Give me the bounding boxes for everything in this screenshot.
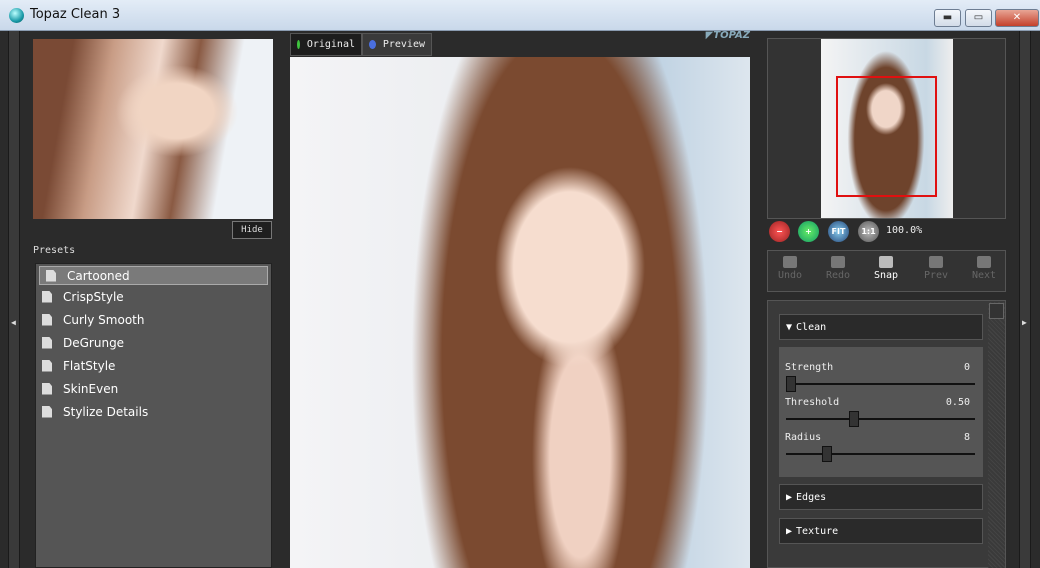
prev-icon: [929, 256, 943, 268]
document-icon: [42, 336, 52, 349]
next-button[interactable]: Next: [964, 256, 1004, 281]
zoom-fit-button[interactable]: FIT: [828, 221, 849, 242]
preset-label: CrispStyle: [63, 289, 124, 304]
preset-item[interactable]: DeGrunge: [36, 331, 271, 354]
window-title: Topaz Clean 3: [30, 7, 121, 22]
preset-label: Curly Smooth: [63, 312, 145, 327]
section-clean[interactable]: ▼ Clean: [779, 314, 983, 340]
preset-item[interactable]: SkinEven: [36, 377, 271, 400]
undo-label: Undo: [777, 270, 803, 281]
prev-button[interactable]: Prev: [916, 256, 956, 281]
arrow-left-icon: ◀: [11, 318, 16, 327]
redo-button[interactable]: Redo: [818, 256, 858, 281]
redo-label: Redo: [825, 270, 851, 281]
blue-dot-icon: [369, 40, 376, 49]
app-icon: [9, 8, 24, 23]
camera-icon: [879, 256, 893, 268]
triangle-right-icon: ▶: [786, 525, 793, 537]
triangle-right-icon: ▶: [786, 491, 793, 503]
slider-value: 0.50: [945, 397, 970, 408]
preset-item[interactable]: CrispStyle: [36, 285, 271, 308]
slider-label: Strength: [785, 362, 834, 373]
navigator-viewport-rect[interactable]: [836, 76, 937, 197]
slider-value: 0: [963, 362, 970, 373]
zoom-in-button[interactable]: +: [798, 221, 819, 242]
presets-label: Presets: [33, 245, 76, 256]
tab-original[interactable]: Original: [290, 33, 362, 56]
slider-track[interactable]: [786, 376, 975, 392]
section-edges[interactable]: ▶ Edges: [779, 484, 983, 510]
right-panel-toggle[interactable]: ▶: [1019, 31, 1031, 568]
preset-label: Stylize Details: [63, 404, 149, 419]
preset-label: FlatStyle: [63, 358, 116, 373]
topaz-logo: ◤TOPAZ: [705, 30, 750, 41]
preset-item[interactable]: Stylize Details: [36, 400, 271, 423]
preset-item[interactable]: Curly Smooth: [36, 308, 271, 331]
slider-label: Radius: [785, 432, 822, 443]
snap-label: Snap: [873, 270, 899, 281]
triangle-down-icon: ▼: [786, 321, 793, 333]
hide-button[interactable]: Hide: [232, 221, 272, 239]
preset-item[interactable]: Cartooned: [39, 266, 268, 285]
arrow-right-icon: ▶: [1022, 318, 1027, 327]
tab-label: Original: [306, 39, 355, 50]
next-label: Next: [971, 270, 997, 281]
document-icon: [42, 313, 52, 326]
undo-button[interactable]: Undo: [770, 256, 810, 281]
document-icon: [42, 382, 52, 395]
redo-icon: [831, 256, 845, 268]
close-button[interactable]: ✕: [995, 9, 1039, 27]
minimize-button[interactable]: ▬: [934, 9, 961, 27]
preset-thumbnail: [33, 39, 273, 219]
zoom-out-button[interactable]: −: [769, 221, 790, 242]
slider-handle[interactable]: [848, 411, 859, 427]
zoom-actual-button[interactable]: 1:1: [858, 221, 879, 242]
preset-label: DeGrunge: [63, 335, 125, 350]
tab-label: Preview: [382, 39, 425, 50]
snap-button[interactable]: Snap: [866, 256, 906, 281]
preview-image[interactable]: [290, 57, 750, 568]
slider-value: 8: [963, 432, 970, 443]
section-label: Edges: [796, 491, 827, 503]
document-icon: [42, 290, 52, 303]
section-label: Texture: [796, 525, 839, 537]
undo-icon: [783, 256, 797, 268]
preset-label: Cartooned: [67, 268, 130, 283]
document-icon: [46, 269, 56, 282]
scrollbar[interactable]: [988, 302, 1005, 568]
section-texture[interactable]: ▶ Texture: [779, 518, 983, 544]
scroll-up-button[interactable]: [989, 303, 1004, 319]
left-panel-toggle[interactable]: ◀: [8, 31, 20, 568]
section-label: Clean: [796, 321, 827, 333]
green-dot-icon: [297, 40, 300, 49]
slider-track[interactable]: [786, 411, 975, 427]
preset-label: SkinEven: [63, 381, 119, 396]
zoom-level: 100.0%: [886, 225, 923, 236]
document-icon: [42, 405, 52, 418]
slider-track[interactable]: [786, 446, 975, 462]
preset-item[interactable]: FlatStyle: [36, 354, 271, 377]
tab-preview[interactable]: Preview: [362, 33, 432, 56]
title-bar: Topaz Clean 3 ▬ ▭ ✕: [0, 0, 1040, 31]
next-icon: [977, 256, 991, 268]
maximize-button[interactable]: ▭: [965, 9, 992, 27]
slider-handle[interactable]: [786, 376, 796, 392]
slider-label: Threshold: [785, 397, 840, 408]
prev-label: Prev: [923, 270, 949, 281]
preset-list[interactable]: Cartooned CrispStyle Curly Smooth DeGrun…: [35, 263, 272, 568]
slider-handle[interactable]: [821, 446, 832, 462]
document-icon: [42, 359, 52, 372]
